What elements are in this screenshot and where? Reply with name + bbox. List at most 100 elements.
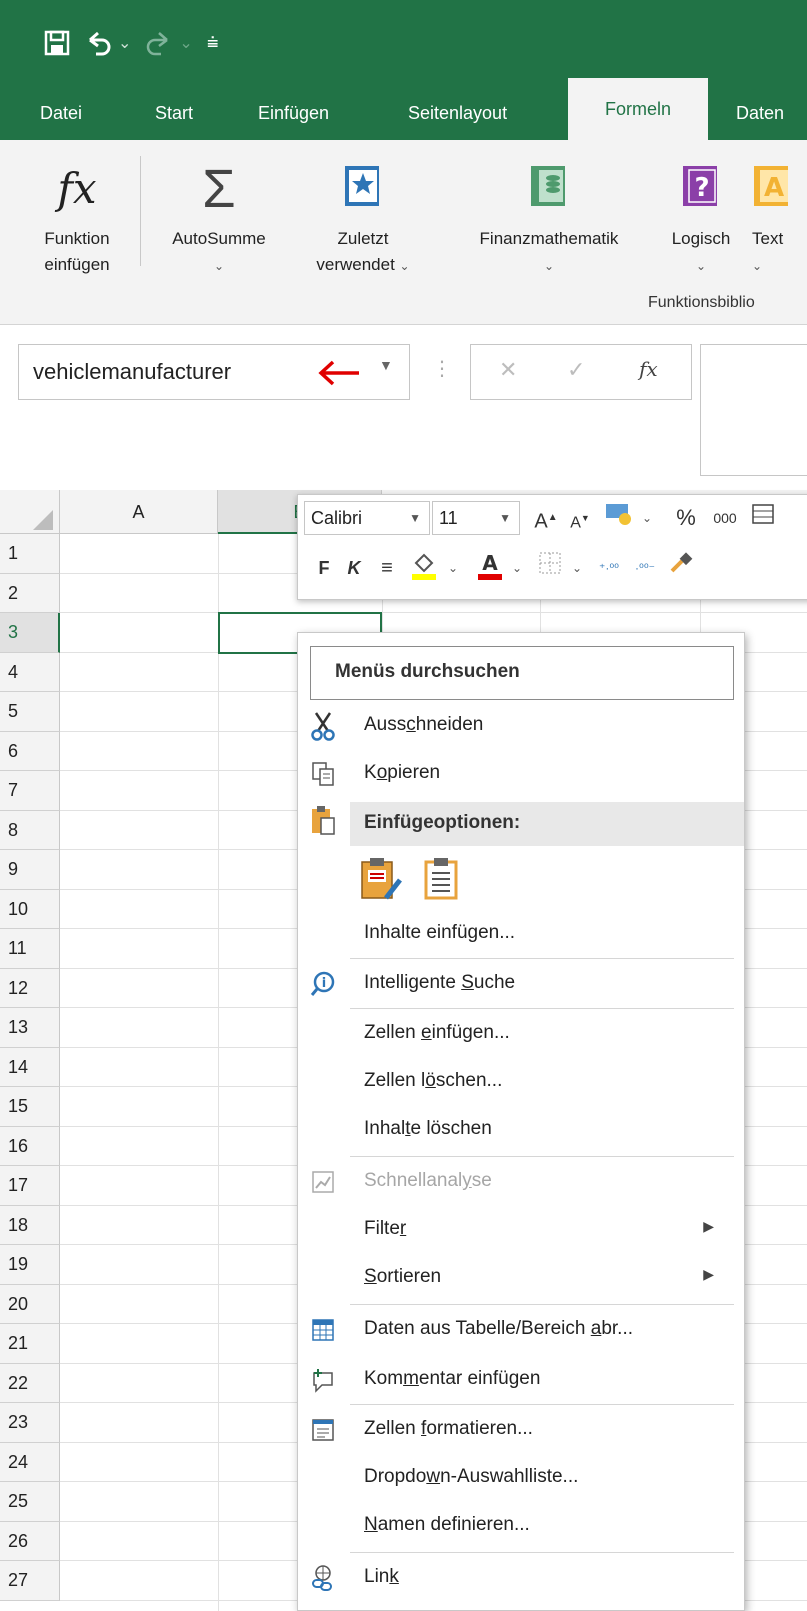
borders-icon[interactable]	[536, 551, 564, 585]
row-header[interactable]: 14	[0, 1047, 60, 1087]
row-header[interactable]: 26	[0, 1521, 60, 1561]
font-color-icon[interactable]: A	[474, 551, 506, 592]
font-name-combo[interactable]: Calibri ▼	[304, 501, 430, 535]
row-header[interactable]: 22	[0, 1363, 60, 1403]
row-header[interactable]: 4	[0, 652, 60, 692]
paste-values-icon[interactable]	[424, 856, 460, 907]
row-header[interactable]: 7	[0, 771, 60, 811]
formula-input[interactable]	[700, 344, 807, 476]
menu-item-quick-analysis: Schnellanalyse	[298, 1160, 744, 1204]
financial-button[interactable]: Finanzmathematik ⌄	[444, 152, 654, 279]
menu-item-paste-special[interactable]: Inhalte einfügen...	[298, 912, 744, 956]
logical-button[interactable]: ? Logisch ⌄	[656, 152, 746, 279]
row-header[interactable]: 19	[0, 1245, 60, 1285]
menu-item-insert-comment[interactable]: Kommentar einfügen	[298, 1358, 744, 1402]
tab-start[interactable]: Start	[155, 86, 193, 140]
paste-keep-formatting-icon[interactable]	[360, 856, 404, 907]
increase-decimal-icon[interactable]: ⁺·⁰⁰	[594, 551, 624, 585]
italic-button[interactable]: K	[342, 551, 366, 585]
menu-search-placeholder: Menüs durchsuchen	[335, 661, 520, 682]
bold-button[interactable]: F	[312, 551, 336, 585]
insert-function-icon[interactable]: fx	[639, 357, 658, 381]
row-header[interactable]: 18	[0, 1205, 60, 1245]
new-comment-icon	[308, 1364, 338, 1396]
undo-icon[interactable]	[84, 30, 112, 56]
chevron-down-icon[interactable]: ⌄	[512, 551, 522, 585]
row-header[interactable]: 1	[0, 534, 60, 574]
name-box[interactable]: vehiclemanufacturer ▼	[18, 344, 410, 400]
insert-function-button[interactable]: fx Funktion einfügen	[22, 152, 132, 278]
tab-datei[interactable]: Datei	[40, 86, 82, 140]
row-header[interactable]: 25	[0, 1482, 60, 1522]
submenu-arrow-icon: ▶	[703, 1266, 714, 1282]
menu-item-get-data[interactable]: Daten aus Tabelle/Bereich abr...	[298, 1308, 744, 1352]
row-header[interactable]: 13	[0, 1008, 60, 1048]
menu-item-smart-lookup[interactable]: i Intelligente Suche	[298, 962, 744, 1006]
formula-buttons: ✕ ✓ fx	[470, 344, 692, 400]
row-header[interactable]: 27	[0, 1561, 60, 1601]
chevron-down-icon[interactable]: ⌄	[448, 551, 458, 585]
name-box-dropdown-icon[interactable]: ▼	[379, 357, 393, 373]
tab-seitenlayout[interactable]: Seitenlayout	[408, 86, 507, 140]
thousands-separator-icon[interactable]: 000	[708, 501, 742, 535]
chevron-down-icon[interactable]: ⌄	[642, 501, 652, 535]
column-header-a[interactable]: A	[60, 490, 218, 534]
row-header[interactable]: 11	[0, 929, 60, 969]
row-header[interactable]: 9	[0, 850, 60, 890]
customize-icon[interactable]: ⩧	[207, 33, 219, 53]
menu-item-cut[interactable]: Ausschneiden	[298, 704, 744, 748]
row-header[interactable]: 10	[0, 889, 60, 929]
percent-icon[interactable]: %	[672, 501, 700, 535]
row-header[interactable]: 21	[0, 1324, 60, 1364]
enter-icon[interactable]: ✓	[567, 357, 585, 383]
row-header[interactable]: 3	[0, 613, 60, 653]
increase-font-icon[interactable]: A▲	[532, 501, 560, 539]
row-header[interactable]: 6	[0, 731, 60, 771]
row-header[interactable]: 2	[0, 573, 60, 613]
text-button[interactable]: A Text ⌄	[752, 152, 807, 279]
row-header[interactable]: 17	[0, 1166, 60, 1206]
menu-item-define-name[interactable]: Namen definieren...	[298, 1504, 744, 1548]
undo-dropdown-icon[interactable]: ⌄	[118, 33, 131, 53]
menu-search-box[interactable]: Menüs durchsuchen	[310, 646, 734, 700]
menu-item-link[interactable]: Link	[298, 1556, 744, 1600]
row-header[interactable]: 24	[0, 1442, 60, 1482]
menu-item-dropdown-list[interactable]: Dropdown-Auswahlliste...	[298, 1456, 744, 1500]
menu-item-delete-cells[interactable]: Zellen löschen...	[298, 1060, 744, 1104]
menu-item-format-cells[interactable]: Zellen formatieren...	[298, 1408, 744, 1452]
function-library-group-label: Funktionsbiblio	[648, 294, 755, 311]
decrease-font-icon[interactable]: A▼	[566, 501, 594, 540]
align-center-icon[interactable]: ≡	[374, 551, 400, 585]
tab-einfuegen[interactable]: Einfügen	[258, 86, 329, 140]
name-box-value: vehiclemanufacturer	[33, 359, 232, 384]
menu-item-filter[interactable]: Filter ▶	[298, 1208, 744, 1252]
chevron-down-icon[interactable]: ⌄	[572, 551, 582, 585]
row-header[interactable]: 23	[0, 1403, 60, 1443]
row-gridline	[60, 612, 807, 613]
row-header[interactable]: 12	[0, 968, 60, 1008]
menu-item-sort[interactable]: Sortieren ▶	[298, 1256, 744, 1300]
row-header[interactable]: 20	[0, 1284, 60, 1324]
menu-item-copy[interactable]: Kopieren	[298, 752, 744, 796]
menu-item-insert-cells[interactable]: Zellen einfügen...	[298, 1012, 744, 1056]
menu-item-clear-contents[interactable]: Inhalte löschen	[298, 1108, 744, 1152]
number-format-icon[interactable]	[602, 501, 636, 538]
recently-used-button[interactable]: Zuletzt verwendet ⌄	[298, 152, 428, 279]
table-format-icon[interactable]	[748, 501, 778, 535]
autosum-button[interactable]: Σ AutoSumme ⌄	[150, 152, 288, 279]
row-header[interactable]: 16	[0, 1126, 60, 1166]
row-header[interactable]: 15	[0, 1087, 60, 1127]
decrease-decimal-icon[interactable]: ·⁰⁰⁻	[630, 551, 660, 585]
fill-color-icon[interactable]	[408, 551, 440, 592]
cancel-icon[interactable]: ✕	[499, 357, 517, 383]
font-size-combo[interactable]: 11 ▼	[432, 501, 520, 535]
chevron-down-icon: ⌄	[752, 259, 763, 273]
row-header[interactable]: 5	[0, 692, 60, 732]
tab-daten[interactable]: Daten	[736, 86, 784, 140]
tab-formeln[interactable]: Formeln	[568, 78, 708, 140]
row-header[interactable]: 8	[0, 810, 60, 850]
format-painter-icon[interactable]	[666, 551, 696, 586]
select-all-corner[interactable]	[0, 490, 60, 534]
redo-icon	[145, 30, 173, 56]
save-icon[interactable]	[44, 30, 70, 56]
